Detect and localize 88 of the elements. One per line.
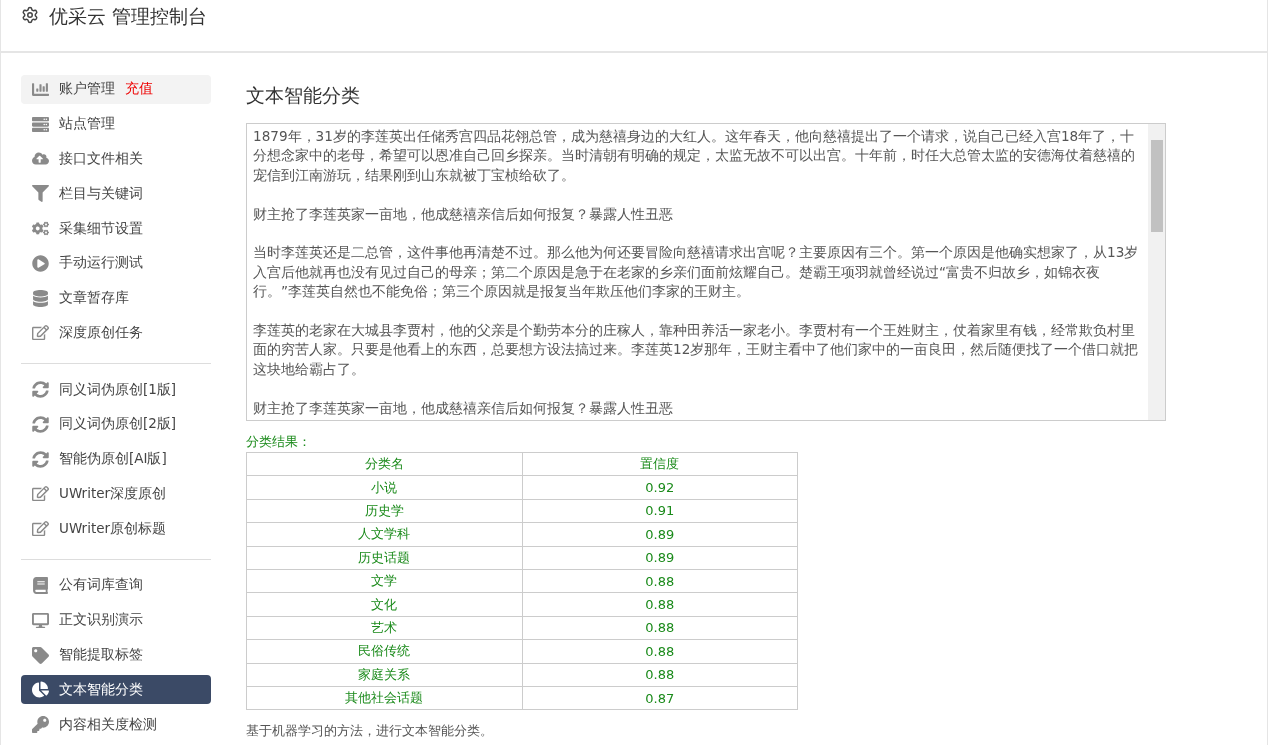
page-title: 文本智能分类: [246, 83, 361, 108]
sidebar-item[interactable]: 同义词伪原创[1版]: [21, 375, 211, 404]
sidebar-item[interactable]: 智能提取标签: [21, 640, 211, 670]
table-cell: 0.89: [522, 522, 798, 547]
sidebar-item-label: 正文识别演示: [59, 611, 143, 630]
sidebar-item[interactable]: 同义词伪原创[2版]: [21, 410, 211, 439]
table-cell: 0.88: [522, 639, 798, 663]
tag-icon: [32, 646, 49, 664]
table-cell: 文化: [246, 592, 522, 617]
sidebar-item-label: 文本智能分类: [59, 680, 143, 699]
column-header: 置信度: [522, 452, 798, 476]
pie-chart-icon: [32, 681, 49, 699]
sidebar-item[interactable]: 文章暂存库: [21, 283, 211, 313]
console-title: 优采云 管理控制台: [49, 4, 208, 29]
refresh-icon: [32, 415, 49, 433]
table-cell: 0.88: [522, 592, 798, 617]
sidebar-item-label: 栏目与关键词: [59, 184, 143, 203]
table-cell: 其他社会话题: [246, 686, 522, 710]
description-text: 基于机器学习的方法，进行文本智能分类。: [246, 722, 494, 741]
table-cell: 历史话题: [246, 546, 522, 570]
sidebar-item-label: 公有词库查询: [59, 576, 143, 595]
table-cell: 艺术: [246, 616, 522, 640]
database-icon: [32, 289, 49, 307]
table-cell: 0.89: [522, 546, 798, 570]
book-icon: [32, 576, 49, 594]
text-paragraph: 当时李莲英还是二总管，这件事他再清楚不过。那么他为何还要冒险向慈禧请求出宫呢？主要原因有三个。第一个原因是他确实想家了，从13岁入宫后他就再也没有见过自己的母亲；第二个原因是急于在老家的乡亲们面前炫耀自己。楚霸王项羽就曾经说过“富贵不归故乡，如锦衣夜行。”李莲英自然也不能免俗；第三个原因就是报复当年欺压他们李家的王财主。: [253, 243, 1140, 302]
sidebar-item-label: 手动运行测试: [59, 254, 143, 273]
sidebar-item-label: 采集细节设置: [59, 219, 143, 238]
sidebar-item-label: 文章暂存库: [59, 289, 129, 308]
refresh-icon: [32, 381, 49, 399]
sidebar-item[interactable]: 文本智能分类: [21, 675, 211, 705]
column-header: 分类名: [246, 452, 522, 476]
sidebar-item-label: 智能伪原创[AI版]: [59, 450, 167, 469]
sidebar-item[interactable]: UWriter深度原创: [21, 479, 211, 509]
table-cell: 小说: [246, 475, 522, 500]
sidebar-item[interactable]: 账户管理 充值: [21, 75, 211, 104]
sidebar-item[interactable]: 采集细节设置: [21, 214, 211, 243]
table-cell: 0.91: [522, 499, 798, 523]
sidebar-item[interactable]: 站点管理: [21, 109, 211, 139]
server-icon: [32, 115, 49, 133]
table-cell: 0.88: [522, 616, 798, 640]
recharge-link[interactable]: 充值: [125, 80, 153, 99]
sidebar-item[interactable]: 公有词库查询: [21, 571, 211, 600]
sidebar-item[interactable]: 内容相关度检测: [21, 710, 211, 739]
sidebar-item-label: 智能提取标签: [59, 646, 143, 664]
bar-chart-icon: [32, 80, 49, 98]
table-cell: 民俗传统: [246, 639, 522, 663]
refresh-icon: [32, 450, 49, 468]
sidebar-item-label: UWriter深度原创: [59, 484, 167, 503]
sidebar-item[interactable]: 深度原创任务: [21, 318, 211, 348]
gears-icon: [32, 220, 49, 237]
sidebar-item-label: 账户管理: [59, 80, 115, 99]
text-paragraph: 财主抢了李莲英家一亩地，他成慈禧亲信后如何报复？暴露人性丑恶: [253, 204, 674, 224]
filter-icon: [32, 185, 49, 203]
result-label: 分类结果：: [246, 433, 312, 451]
edit-icon: [32, 485, 49, 503]
settings-icon: [21, 6, 39, 24]
sidebar-item[interactable]: 栏目与关键词: [21, 179, 211, 209]
sidebar-item[interactable]: UWriter原创标题: [21, 514, 211, 544]
table-cell: 历史学: [246, 499, 522, 523]
text-paragraph: 李莲英的老家在大城县李贾村，他的父亲是个勤劳本分的庄稼人，靠种田养活一家老小。李贾村有一个王姓财主，仗着家里有钱，经常欺负村里面的穷苦人家。只要是他看上的东西，总要想方设法搞过来。李莲英12岁那年，王财主看中了他们家中的一亩良田，然后随便找了一个借口就把这块地给霸占了。: [253, 321, 1140, 379]
table-cell: 0.87: [522, 686, 798, 710]
sidebar-item-label: UWriter原创标题: [59, 519, 167, 538]
edit-icon: [32, 324, 49, 342]
monitor-icon: [32, 611, 49, 629]
table-cell: 0.88: [522, 663, 798, 687]
table-cell: 0.92: [522, 475, 798, 500]
sidebar-item[interactable]: 正文识别演示: [21, 605, 211, 635]
sidebar-item-label: 同义词伪原创[1版]: [59, 380, 177, 399]
text-paragraph: 1879年，31岁的李莲英出任储秀宫四品花翎总管，成为慈禧身边的大红人。这年春天，他向慈禧提出了一个请求，说自己已经入宫18年了，十分想念家中的老母，希望可以恩准自己回乡探亲。当时清朝有明确的规定，太监无故不可以出宫。十年前，时任大总管太监的安德海仗着慈禧的宠信到江南游玩，结果刚到山东就被丁宝桢给砍了。: [253, 127, 1136, 185]
scrollbar[interactable]: [1148, 124, 1165, 420]
sidebar-item[interactable]: 接口文件相关: [21, 144, 211, 174]
edit-icon: [32, 520, 49, 538]
sidebar-item-label: 同义词伪原创[2版]: [59, 415, 177, 434]
table-cell: 家庭关系: [246, 663, 522, 687]
sidebar-item-label: 深度原创任务: [59, 323, 143, 342]
sidebar-item-label: 内容相关度检测: [59, 715, 157, 734]
table-cell: 文学: [246, 569, 522, 593]
sidebar-item-label: 站点管理: [59, 115, 115, 134]
text-input-area[interactable]: [246, 123, 1166, 421]
key-icon: [32, 716, 49, 734]
table-cell: 0.88: [522, 569, 798, 593]
text-paragraph: 财主抢了李莲英家一亩地，他成慈禧亲信后如何报复？暴露人性丑恶: [253, 398, 674, 418]
sidebar-item-label: 接口文件相关: [59, 149, 143, 168]
sidebar-item[interactable]: 智能伪原创[AI版]: [21, 444, 211, 474]
table-cell: 人文学科: [246, 522, 522, 547]
play-icon: [32, 254, 49, 272]
sidebar-item[interactable]: 手动运行测试: [21, 248, 211, 278]
